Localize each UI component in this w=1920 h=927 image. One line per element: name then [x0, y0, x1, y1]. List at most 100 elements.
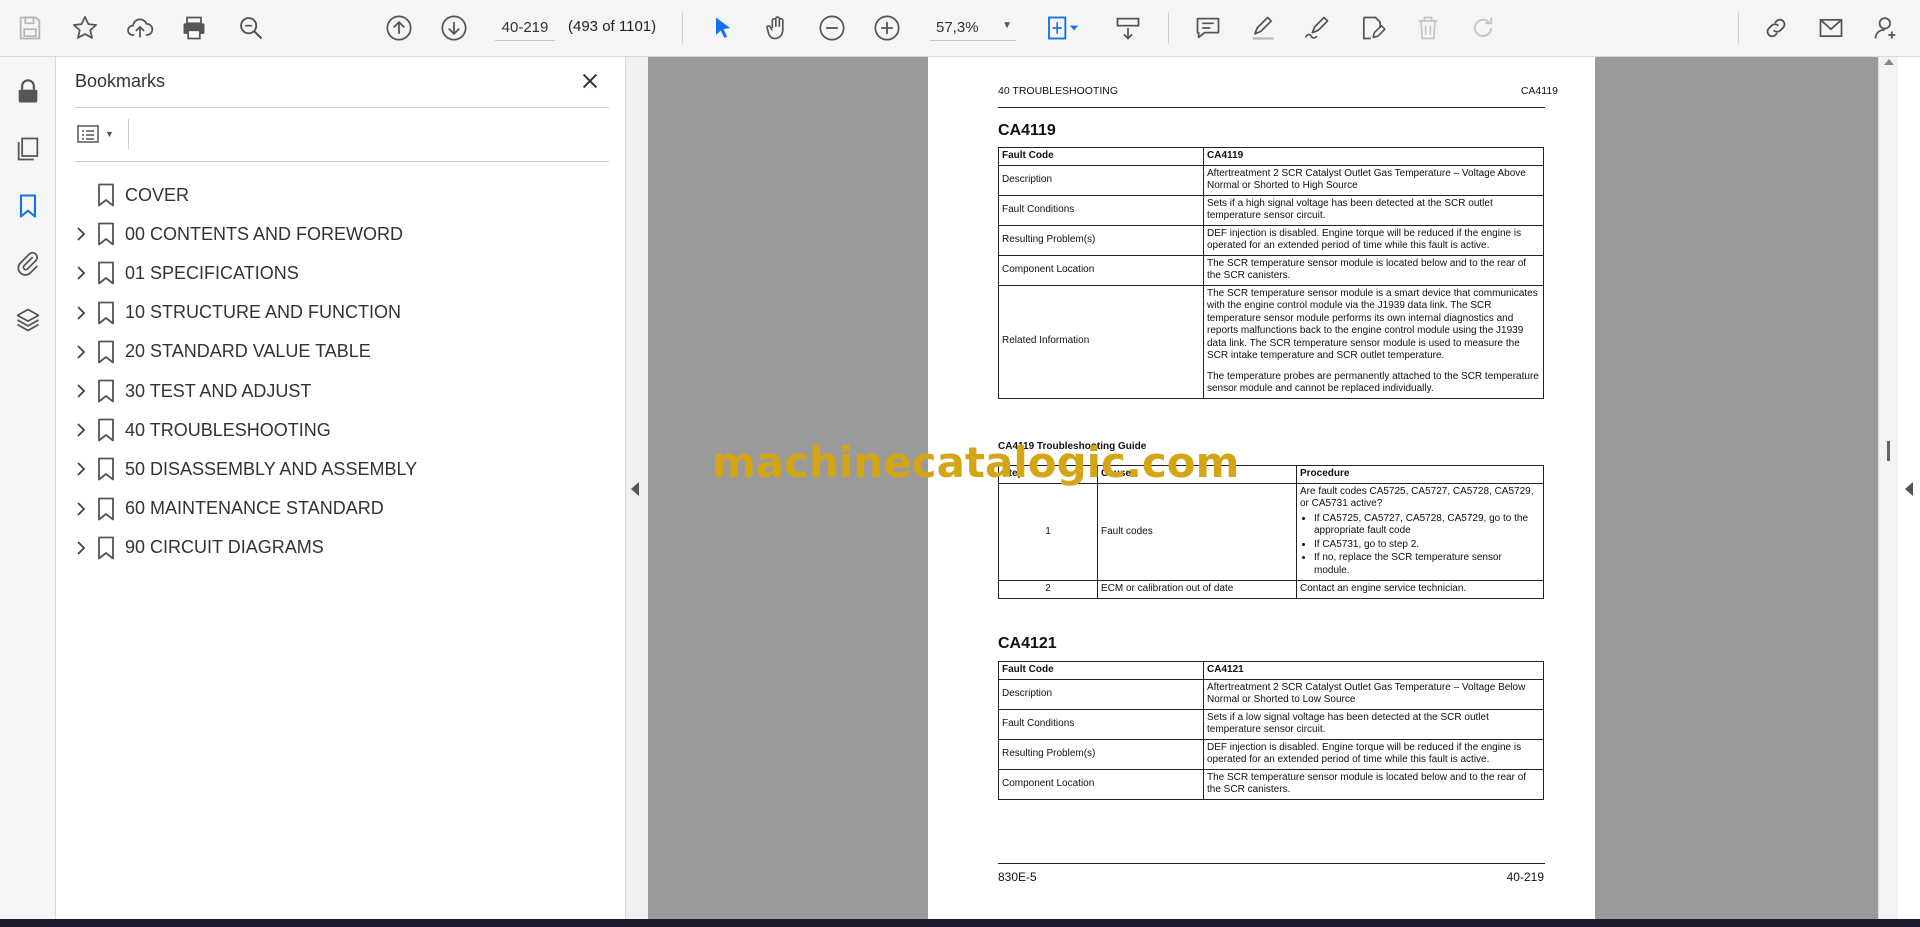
- row-value: DEF injection is disabled. Engine torque…: [1203, 224, 1544, 256]
- row-value: The SCR temperature sensor module is loc…: [1203, 254, 1544, 286]
- fit-page-icon[interactable]: [1040, 10, 1086, 46]
- row-key: Fault Conditions: [998, 194, 1204, 226]
- email-icon[interactable]: [1813, 10, 1849, 46]
- delete-icon: [1410, 10, 1446, 46]
- highlight-pen-icon[interactable]: [1245, 10, 1281, 46]
- next-page-icon[interactable]: [436, 10, 472, 46]
- procedure-cell: Are fault codes CA5725, CA5727, CA5728, …: [1296, 482, 1544, 581]
- row-key: Component Location: [998, 254, 1204, 286]
- procedure-bullet: If no, replace the SCR temperature senso…: [1314, 552, 1540, 577]
- bookmarks-icon[interactable]: [11, 189, 45, 223]
- bookmark-item[interactable]: 10 STRUCTURE AND FUNCTION: [56, 295, 616, 331]
- previous-page-icon[interactable]: [381, 10, 417, 46]
- chevron-down-icon: ▼: [105, 129, 114, 139]
- comment-icon[interactable]: [1190, 10, 1226, 46]
- share-link-icon[interactable]: [1758, 10, 1794, 46]
- bookmarks-panel: Bookmarks ▼ COVER 00 CONTENTS AND FOREWOR…: [56, 57, 626, 919]
- chevron-right-icon[interactable]: [73, 383, 89, 399]
- chevron-right-icon[interactable]: [73, 422, 89, 438]
- lock-icon[interactable]: [11, 75, 45, 109]
- bookmark-item[interactable]: 90 CIRCUIT DIAGRAMS: [56, 530, 616, 566]
- scrollbar-thumb[interactable]: [1887, 441, 1890, 461]
- vertical-scrollbar[interactable]: [1878, 57, 1899, 919]
- row-value: DEF injection is disabled. Engine torque…: [1203, 738, 1544, 770]
- row-key: Fault Conditions: [998, 708, 1204, 740]
- top-toolbar: (493 of 1101) 57,3% ▼: [0, 0, 1920, 57]
- attachments-icon[interactable]: [11, 246, 45, 280]
- chevron-right-icon[interactable]: [73, 540, 89, 556]
- close-icon[interactable]: [576, 67, 604, 95]
- bookmark-icon: [98, 536, 114, 560]
- right-panel-toggle[interactable]: [1898, 57, 1920, 919]
- layers-icon[interactable]: [11, 303, 45, 337]
- table-header-value: CA4121: [1203, 661, 1544, 680]
- watermark-text: machinecatalogic.com: [712, 438, 1240, 487]
- redo-icon: [1465, 10, 1501, 46]
- running-header-left: 40 TROUBLESHOOTING: [998, 85, 1119, 97]
- running-header-right: CA4119: [1520, 85, 1558, 97]
- upload-cloud-icon[interactable]: [122, 10, 158, 46]
- bookmark-icon: [98, 261, 114, 285]
- bookmark-options-button[interactable]: ▼: [75, 120, 121, 148]
- row-key: Description: [998, 164, 1204, 196]
- section-heading: CA4121: [998, 635, 1057, 652]
- bookmark-item[interactable]: 60 MAINTENANCE STANDARD: [56, 491, 616, 527]
- bookmark-icon: [98, 497, 114, 520]
- scroll-mode-icon[interactable]: [1110, 10, 1146, 46]
- bookmark-item[interactable]: 40 TROUBLESHOOTING: [56, 412, 616, 448]
- bookmark-icon: [98, 183, 114, 207]
- bookmark-label: 30 TEST AND ADJUST: [125, 380, 312, 401]
- zoom-in-icon[interactable]: [869, 10, 905, 46]
- page-thumbnails-icon[interactable]: [11, 132, 45, 166]
- select-cursor-icon[interactable]: [705, 10, 741, 46]
- page-footer-left: 830E-5: [998, 870, 1037, 884]
- chevron-right-icon[interactable]: [73, 501, 89, 517]
- bookmark-label: 50 DISASSEMBLY AND ASSEMBLY: [125, 458, 418, 479]
- save-icon[interactable]: [12, 10, 48, 46]
- print-icon[interactable]: [176, 10, 212, 46]
- chevron-right-icon[interactable]: [73, 226, 89, 242]
- bookmark-item[interactable]: 01 SPECIFICATIONS: [56, 255, 616, 291]
- chevron-right-icon[interactable]: [73, 344, 89, 360]
- account-icon[interactable]: [1868, 10, 1904, 46]
- row-value: The SCR temperature sensor module is a s…: [1203, 284, 1544, 399]
- zoom-select[interactable]: 57,3% ▼: [930, 14, 1016, 41]
- chevron-left-icon: [631, 482, 639, 496]
- fault-table: Fault Code CA4121 Description Aftertreatm…: [998, 661, 1544, 800]
- find-text-icon[interactable]: [233, 10, 269, 46]
- table-header-key: Fault Code: [998, 661, 1204, 680]
- bookmark-label: 00 CONTENTS AND FOREWORD: [125, 223, 404, 244]
- col-procedure: Procedure: [1296, 465, 1544, 484]
- collapse-panel-handle[interactable]: [626, 57, 648, 919]
- bookmark-star-icon[interactable]: [67, 10, 103, 46]
- draw-freehand-icon[interactable]: [1299, 10, 1335, 46]
- zoom-out-icon[interactable]: [814, 10, 850, 46]
- section-heading: CA4119: [998, 122, 1056, 139]
- row-value: Sets if a high signal voltage has been d…: [1203, 194, 1544, 226]
- related-paragraph: The SCR temperature sensor module is a s…: [1207, 287, 1538, 362]
- bookmark-item[interactable]: 20 STANDARD VALUE TABLE: [56, 334, 616, 370]
- bookmark-label: COVER: [125, 184, 190, 205]
- row-value: The SCR temperature sensor module is loc…: [1203, 768, 1544, 800]
- scroll-up-arrow-icon[interactable]: [1884, 59, 1894, 65]
- edit-text-icon[interactable]: [1354, 10, 1390, 46]
- bookmark-item[interactable]: 30 TEST AND ADJUST: [56, 373, 616, 409]
- chevron-right-icon[interactable]: [73, 461, 89, 477]
- procedure-bullet: If CA5731, go to step 2.: [1314, 539, 1540, 552]
- step-number: 2: [998, 580, 1098, 599]
- page-number-input[interactable]: [495, 14, 555, 41]
- bookmark-item[interactable]: 50 DISASSEMBLY AND ASSEMBLY: [56, 451, 616, 487]
- hand-tool-icon[interactable]: [759, 10, 795, 46]
- document-viewport[interactable]: 40 TROUBLESHOOTING CA4119 CA4119 Fault C…: [648, 57, 1878, 919]
- bookmark-item[interactable]: COVER: [56, 177, 616, 213]
- bookmark-icon: [98, 222, 114, 246]
- bookmark-icon: [98, 340, 114, 364]
- bookmark-item[interactable]: 00 CONTENTS AND FOREWORD: [56, 216, 616, 252]
- row-value: Aftertreatment 2 SCR Catalyst Outlet Gas…: [1203, 164, 1544, 196]
- procedure-cell: Contact an engine service technician.: [1296, 580, 1544, 599]
- procedure-bullet: If CA5725, CA5727, CA5728, CA5729, go to…: [1314, 513, 1540, 538]
- chevron-right-icon[interactable]: [73, 265, 89, 281]
- bookmark-icon: [98, 301, 114, 324]
- pdf-page: 40 TROUBLESHOOTING CA4119 CA4119 Fault C…: [928, 57, 1595, 919]
- chevron-right-icon[interactable]: [73, 305, 89, 321]
